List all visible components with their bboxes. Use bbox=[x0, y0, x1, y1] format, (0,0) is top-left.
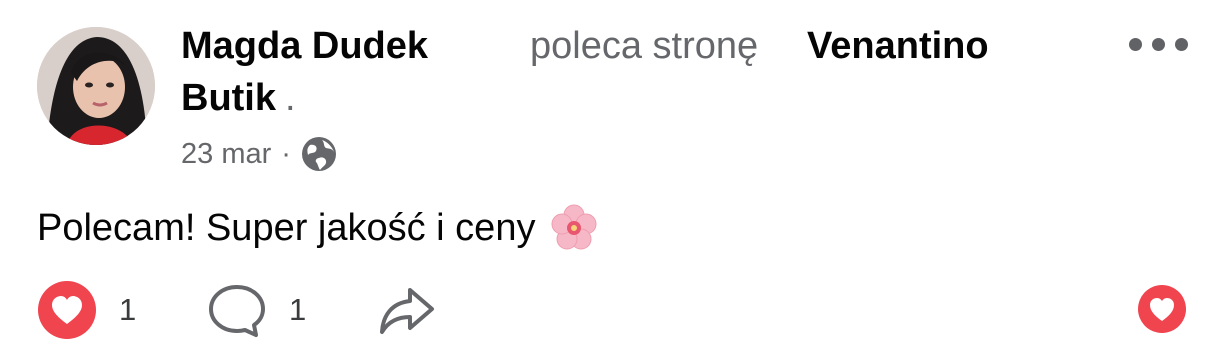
heart-reaction-icon bbox=[38, 281, 96, 339]
share-button[interactable] bbox=[377, 280, 437, 340]
page-name-second-line[interactable]: Butik bbox=[181, 72, 276, 124]
dot-icon bbox=[1152, 38, 1165, 51]
post-header: Magda Dudek poleca stronę Venantino Buti… bbox=[181, 20, 1081, 120]
post-actions: 1 1 bbox=[37, 280, 1187, 340]
recommendation-post: Magda Dudek poleca stronę Venantino Buti… bbox=[0, 0, 1220, 364]
cherry-blossom-emoji bbox=[549, 203, 599, 253]
post-body: Polecam! Super jakość i ceny bbox=[37, 202, 599, 254]
like-count: 1 bbox=[119, 292, 137, 327]
comment-button[interactable]: 1 bbox=[207, 280, 306, 340]
comment-bubble-icon bbox=[209, 285, 265, 337]
dot-icon bbox=[1175, 38, 1188, 51]
comment-count: 1 bbox=[289, 292, 307, 327]
avatar[interactable] bbox=[37, 27, 155, 145]
recommends-text: poleca stronę bbox=[530, 25, 759, 67]
post-meta: 23 mar · bbox=[181, 134, 337, 174]
meta-separator: · bbox=[281, 137, 291, 170]
reaction-summary[interactable] bbox=[1137, 284, 1187, 334]
post-date[interactable]: 23 mar bbox=[181, 138, 271, 171]
author-name[interactable]: Magda Dudek bbox=[181, 20, 428, 72]
like-button[interactable]: 1 bbox=[37, 280, 136, 340]
trailing-period: . bbox=[285, 77, 296, 119]
page-name-first-line[interactable]: Venantino bbox=[807, 20, 989, 72]
heart-reaction-icon bbox=[1138, 285, 1186, 333]
share-arrow-icon bbox=[380, 288, 434, 334]
profile-photo bbox=[37, 27, 155, 145]
globe-icon bbox=[301, 136, 337, 172]
more-options-button[interactable] bbox=[1129, 38, 1188, 51]
dot-icon bbox=[1129, 38, 1142, 51]
post-text: Polecam! Super jakość i ceny bbox=[37, 207, 536, 249]
